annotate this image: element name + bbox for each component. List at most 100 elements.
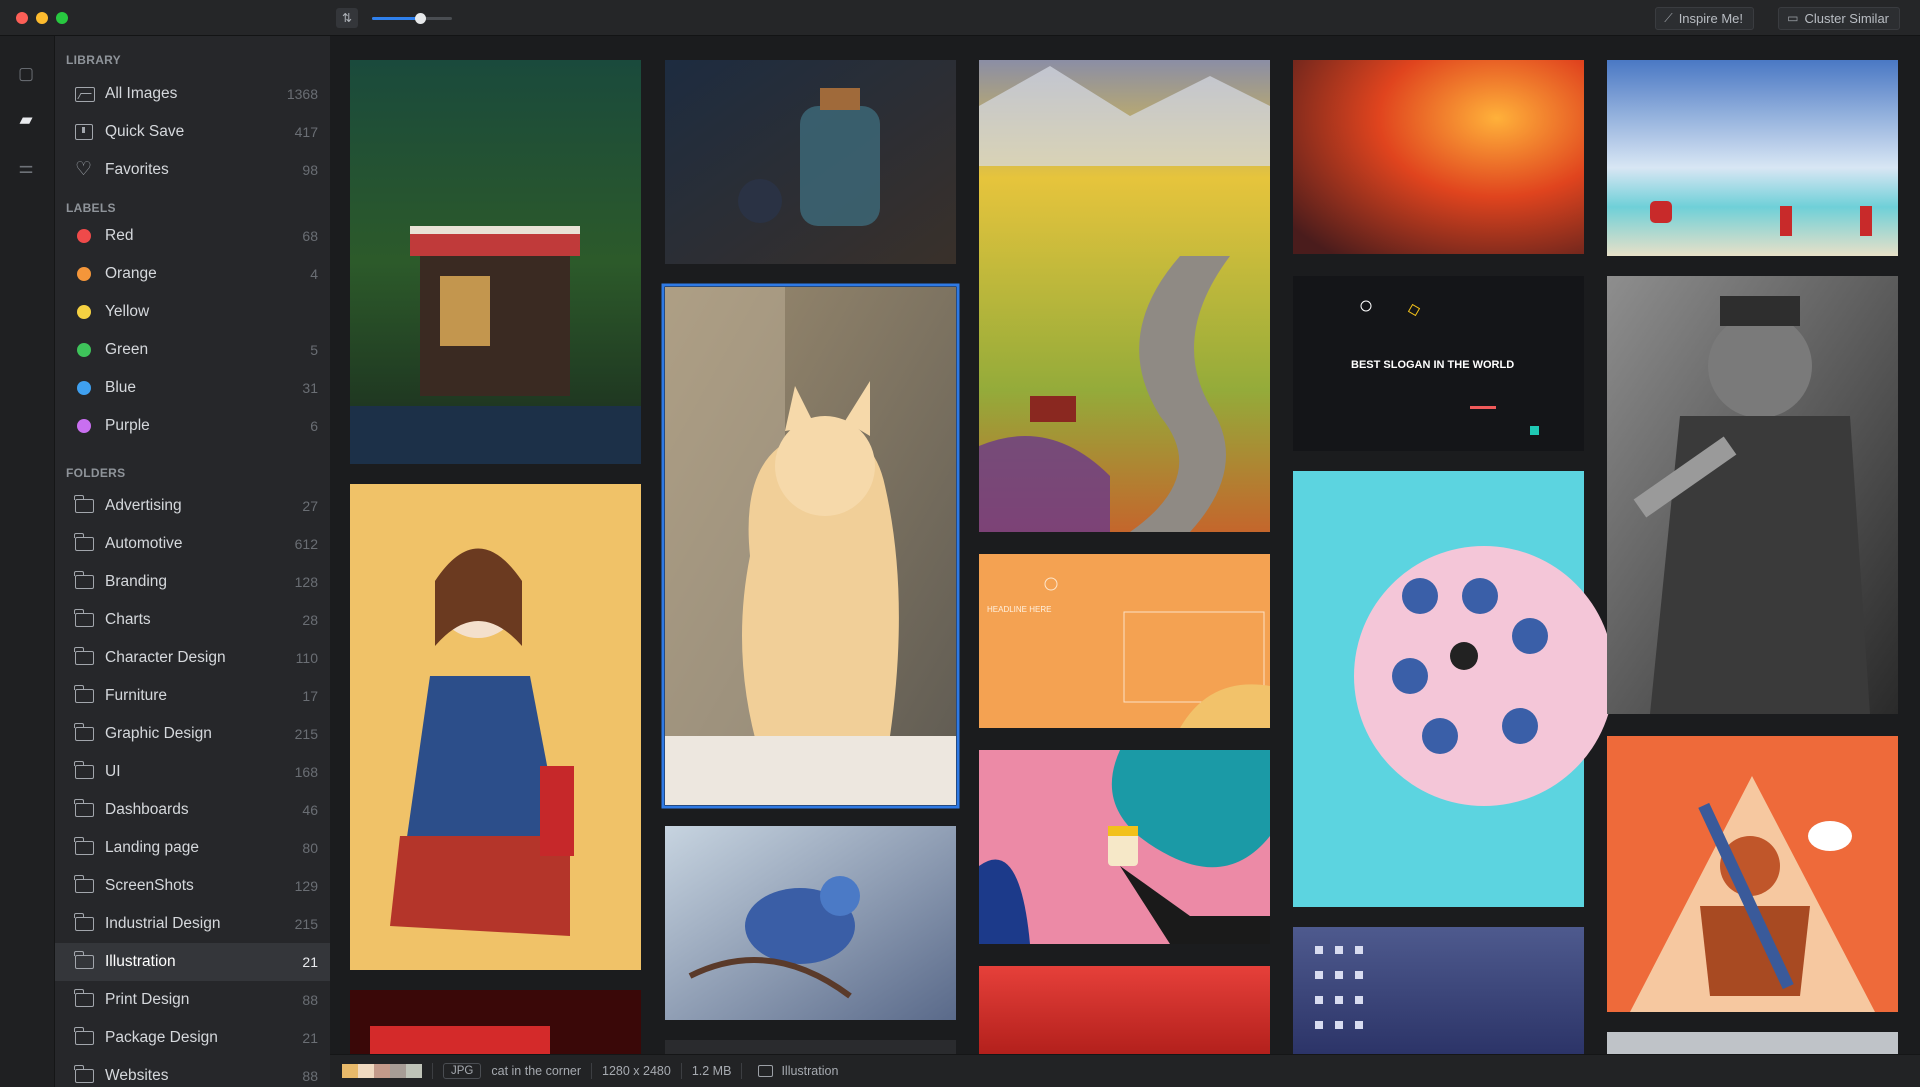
sidebar-item-folder-industrial-design[interactable]: Industrial Design 215 xyxy=(55,905,330,943)
minimize-window-button[interactable] xyxy=(36,12,48,24)
thumbnail-blueberry-donut[interactable] xyxy=(1293,471,1614,907)
palette-swatch[interactable] xyxy=(374,1064,390,1078)
sidebar-item-label: Character Design xyxy=(105,649,226,666)
folder-icon xyxy=(74,761,94,779)
sidebar-item-folder-automotive[interactable]: Automotive 612 xyxy=(55,525,330,563)
sidebar-item-count: 21 xyxy=(302,954,318,970)
sidebar-item-label: Graphic Design xyxy=(105,725,212,742)
sidebar-item-favorites[interactable]: ♡ Favorites 98 xyxy=(55,151,330,189)
thumbnail-beach-scooter[interactable] xyxy=(1607,60,1898,256)
sidebar-item-label: Landing page xyxy=(105,839,199,856)
sidebar-item-label-purple[interactable]: Purple 6 xyxy=(55,407,330,445)
sidebar-item-folder-landing-page[interactable]: Landing page 80 xyxy=(55,829,330,867)
thumbnail-cat-in-the-corner[interactable] xyxy=(665,287,956,805)
sidebar-item-folder-furniture[interactable]: Furniture 17 xyxy=(55,677,330,715)
zoom-slider-handle[interactable] xyxy=(415,13,426,24)
sidebar-item-quick-save[interactable]: Quick Save 417 xyxy=(55,113,330,151)
sidebar-item-folder-package-design[interactable]: Package Design 21 xyxy=(55,1019,330,1057)
thumbnail-orange-landing-page[interactable]: HEADLINE HERE xyxy=(979,554,1270,728)
thumbnail-slogan-banner[interactable]: BEST SLOGAN IN THE WORLD xyxy=(1293,276,1584,451)
magic-wand-icon: ⟋ xyxy=(1664,11,1673,25)
sidebar-item-folder-print-design[interactable]: Print Design 88 xyxy=(55,981,330,1019)
sidebar-item-label: ScreenShots xyxy=(105,877,194,894)
thumbnail-girl-with-books[interactable] xyxy=(350,484,641,970)
sidebar-item-count: 215 xyxy=(294,726,318,742)
sidebar-item-folder-screenshots[interactable]: ScreenShots 129 xyxy=(55,867,330,905)
thumbnail-knight-with-pen[interactable] xyxy=(1607,736,1898,1012)
thumbnail-jar-still-life[interactable] xyxy=(665,60,956,264)
sort-icon[interactable]: ⇅ xyxy=(336,8,358,28)
folder-open-icon[interactable]: ▰ xyxy=(12,108,40,132)
thumbnail-red-gradient[interactable] xyxy=(979,966,1270,1054)
sidebar-item-label-blue[interactable]: Blue 31 xyxy=(55,369,330,407)
sidebar-item-count: 417 xyxy=(294,124,318,140)
folder-icon xyxy=(74,837,94,855)
sidebar-item-label: Charts xyxy=(105,611,151,628)
sidebar-item-folder-websites[interactable]: Websites 88 xyxy=(55,1057,330,1087)
inspire-me-button[interactable]: ⟋ Inspire Me! xyxy=(1655,7,1754,30)
image-gallery: HEADLINE HERE BEST SLOGAN IN THE WORLD xyxy=(330,36,1920,1054)
thumbnail-red-neon[interactable] xyxy=(350,990,641,1054)
thumbnail-pink-wall-coffee[interactable] xyxy=(979,750,1270,944)
sidebar-item-folder-graphic-design[interactable]: Graphic Design 215 xyxy=(55,715,330,753)
sidebar-item-folder-character-design[interactable]: Character Design 110 xyxy=(55,639,330,677)
sidebar-item-label: Favorites xyxy=(105,161,169,178)
thumbnail-dark-ui[interactable] xyxy=(665,1040,956,1054)
divider xyxy=(680,1063,682,1079)
sidebar-item-label-red[interactable]: Red 68 xyxy=(55,217,330,255)
sidebar-item-label-orange[interactable]: Orange 4 xyxy=(55,255,330,293)
sidebar-item-label: Dashboards xyxy=(105,801,189,818)
headline-text: HEADLINE HERE xyxy=(987,605,1051,614)
sidebar-item-label: Branding xyxy=(105,573,168,590)
cluster-similar-button[interactable]: ▭ Cluster Similar xyxy=(1778,7,1900,30)
sidebar-item-folder-dashboards[interactable]: Dashboards 46 xyxy=(55,791,330,829)
sidebar-item-folder-charts[interactable]: Charts 28 xyxy=(55,601,330,639)
sliders-icon[interactable]: ⚌ xyxy=(12,156,40,180)
thumbnail-cafe-illustration[interactable] xyxy=(350,60,641,464)
labels-section-title: LABELS xyxy=(66,201,116,215)
zoom-slider-fill xyxy=(372,17,420,20)
sidebar-item-label: Red xyxy=(105,227,134,244)
sidebar-item-label: Purple xyxy=(105,417,150,434)
folder-icon xyxy=(74,685,94,703)
sidebar-item-label: Illustration xyxy=(105,953,176,970)
sidebar-item-count: 168 xyxy=(294,764,318,780)
archive-icon[interactable]: ▢ xyxy=(12,62,40,86)
thumbnail-icon-set[interactable] xyxy=(1293,927,1584,1054)
folder-icon xyxy=(74,647,94,665)
sidebar-item-count: 6 xyxy=(310,418,318,434)
sidebar-item-label-green[interactable]: Green 5 xyxy=(55,331,330,369)
sidebar-item-folder-branding[interactable]: Branding 128 xyxy=(55,563,330,601)
folder-icon xyxy=(74,875,94,893)
zoom-slider[interactable] xyxy=(372,13,452,24)
sidebar-item-folder-illustration[interactable]: Illustration 21 xyxy=(55,943,330,981)
sidebar-item-count: 129 xyxy=(294,878,318,894)
color-palette[interactable] xyxy=(342,1064,422,1078)
file-folder[interactable]: Illustration xyxy=(781,1064,838,1078)
sidebar-item-label-yellow[interactable]: Yellow xyxy=(55,293,330,331)
thumbnail-autumn-road[interactable] xyxy=(979,60,1270,532)
file-format-badge: JPG xyxy=(443,1063,482,1079)
palette-swatch[interactable] xyxy=(390,1064,406,1078)
divider xyxy=(591,1063,593,1079)
thumbnail-cat-gunslinger[interactable] xyxy=(1607,276,1898,714)
thumbnail-orange-dot-pattern[interactable] xyxy=(1293,60,1584,254)
folder-icon xyxy=(74,799,94,817)
palette-swatch[interactable] xyxy=(406,1064,422,1078)
sidebar-item-all-images[interactable]: All Images 1368 xyxy=(55,75,330,113)
file-dimensions: 1280 x 2480 xyxy=(602,1064,671,1078)
color-dot-icon xyxy=(77,419,91,433)
zoom-window-button[interactable] xyxy=(56,12,68,24)
sidebar-item-folder-ui[interactable]: UI 168 xyxy=(55,753,330,791)
file-size: 1.2 MB xyxy=(691,1064,732,1078)
sidebar-item-count: 4 xyxy=(310,266,318,282)
palette-swatch[interactable] xyxy=(342,1064,358,1078)
thumbnail-bird-illustration[interactable] xyxy=(665,826,956,1020)
palette-swatch[interactable] xyxy=(358,1064,374,1078)
color-dot-icon xyxy=(77,305,91,319)
sidebar-item-folder-advertising[interactable]: Advertising 27 xyxy=(55,487,330,525)
folder-icon xyxy=(74,533,94,551)
close-window-button[interactable] xyxy=(16,12,28,24)
thumbnail-grey-partial[interactable] xyxy=(1607,1032,1898,1054)
sidebar-item-label: Advertising xyxy=(105,497,182,514)
